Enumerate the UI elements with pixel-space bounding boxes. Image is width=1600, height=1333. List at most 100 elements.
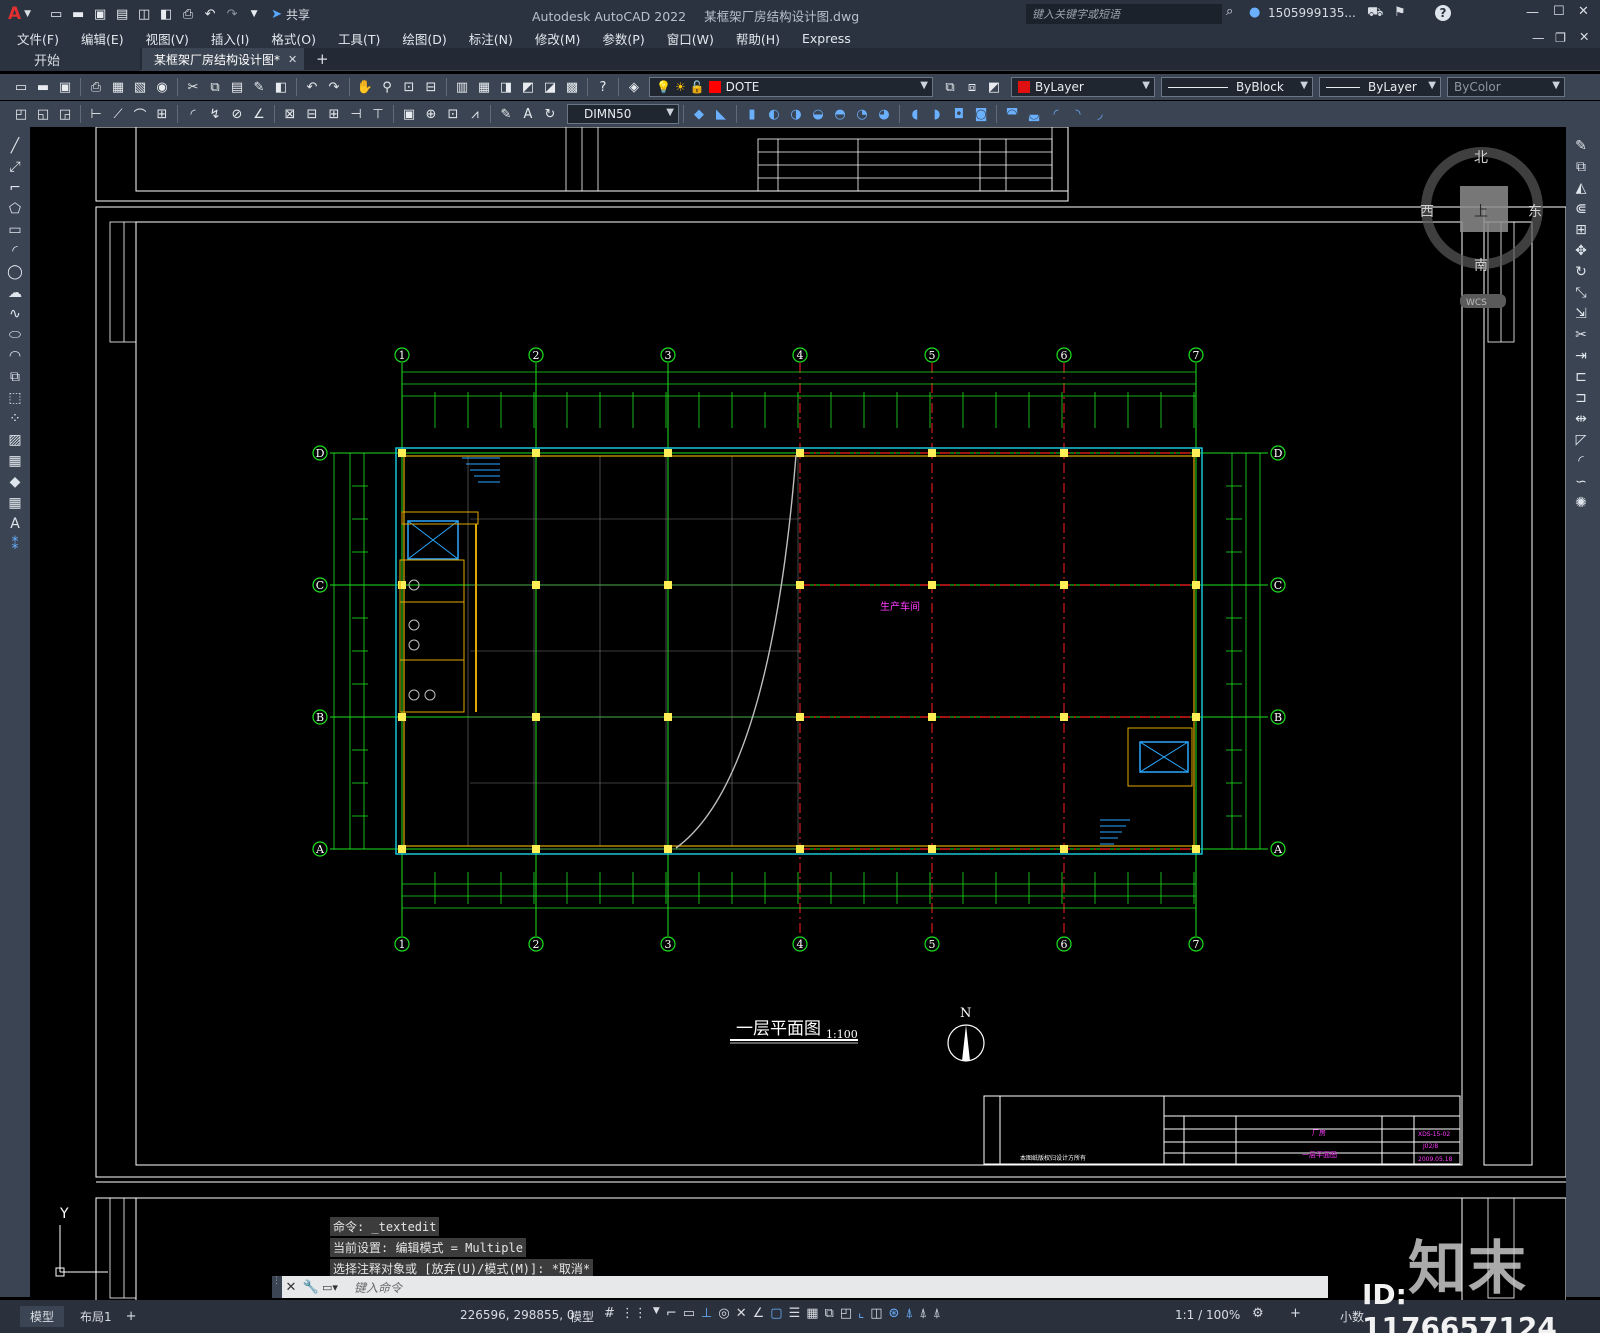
gradient-icon[interactable]: ▦ <box>0 450 30 471</box>
save-icon[interactable]: ▣ <box>89 4 111 24</box>
app-menu-chevron-icon[interactable]: ▼ <box>24 9 31 19</box>
menu-express[interactable]: Express <box>791 31 862 46</box>
color-dropdown[interactable]: ByLayer ▼ <box>1011 77 1155 97</box>
undo-icon[interactable]: ↶ <box>301 77 323 97</box>
tab-drawing[interactable]: 某框架厂房结构设计图* ✕ <box>142 47 304 71</box>
move-icon[interactable]: ✥ <box>1566 240 1596 261</box>
design-center-icon[interactable]: ▦ <box>473 77 495 97</box>
line-icon[interactable]: ╱ <box>0 135 30 156</box>
shell-icon[interactable]: ◛ <box>1023 104 1045 124</box>
customize-quick-access-icon[interactable]: ▼ <box>243 4 265 24</box>
layer-properties-icon[interactable]: ◈ <box>623 77 645 97</box>
region-icon[interactable]: ◆ <box>0 471 30 492</box>
zoom-realtime-icon[interactable]: ⚲ <box>376 77 398 97</box>
minimize-button[interactable]: — <box>1526 5 1539 20</box>
units-value[interactable]: 小数 <box>1340 1308 1364 1325</box>
open-icon[interactable]: ▬ <box>32 77 54 97</box>
viewcube-north[interactable]: 北 <box>1474 150 1488 166</box>
intersect-icon[interactable]: ◕ <box>873 104 895 124</box>
extract-edges-icon[interactable]: ◚ <box>1001 104 1023 124</box>
jogged-icon[interactable]: ↯ <box>204 104 226 124</box>
copy-icon[interactable]: ⧉ <box>204 77 226 97</box>
command-history-icon[interactable]: ▭▾ <box>322 1281 348 1294</box>
pan-icon[interactable]: ✋ <box>354 77 376 97</box>
search-box[interactable]: 键入关键字或短语 <box>1026 4 1222 24</box>
revolve-icon[interactable]: ◐ <box>763 104 785 124</box>
block-editor-icon[interactable]: ◧ <box>270 77 292 97</box>
dim-text-edit-icon[interactable]: A <box>517 104 539 124</box>
doc-close-button[interactable]: ✕ <box>1579 29 1589 44</box>
stretch-icon[interactable]: ⇲ <box>1566 303 1596 324</box>
slice-icon[interactable]: ◖ <box>904 104 926 124</box>
ellipse-icon[interactable]: ⬭ <box>0 324 30 345</box>
menu-file[interactable]: 文件(F) <box>6 29 70 48</box>
grid-icon[interactable]: # <box>604 1306 615 1321</box>
paste-icon[interactable]: ▤ <box>226 77 248 97</box>
quick-dim-icon[interactable]: ⊠ <box>279 104 301 124</box>
command-grip-icon[interactable]: ⋮ <box>272 1276 282 1298</box>
make-block-icon[interactable]: ⬚ <box>0 387 30 408</box>
customize-command-icon[interactable]: 🔧 <box>300 1280 322 1295</box>
polygon-icon[interactable]: ⬠ <box>0 198 30 219</box>
extrude-icon[interactable]: ▮ <box>741 104 763 124</box>
snap-icon[interactable]: ⋮⋮ <box>621 1306 647 1321</box>
construction-line-icon[interactable]: ⤢ <box>0 156 30 177</box>
plot-icon[interactable]: ⎙ <box>177 4 199 24</box>
sheet-set-icon[interactable]: ◩ <box>517 77 539 97</box>
menu-help[interactable]: 帮助(H) <box>725 29 791 48</box>
maximize-button[interactable]: ☐ <box>1553 4 1565 19</box>
cut-icon[interactable]: ✂ <box>182 77 204 97</box>
menu-parameters[interactable]: 参数(P) <box>591 29 655 48</box>
inspection-icon[interactable]: ⊡ <box>442 104 464 124</box>
redo-icon[interactable]: ↷ <box>221 4 243 24</box>
erase-icon[interactable]: ✎ <box>1566 135 1596 156</box>
match-prop-icon[interactable]: ✎ <box>248 77 270 97</box>
ellipse-arc-icon[interactable]: ◠ <box>0 345 30 366</box>
viewcube-east[interactable]: 东 <box>1528 204 1542 220</box>
object-snap-tracking-icon[interactable]: ∠ <box>753 1306 765 1321</box>
snap-dropdown-icon[interactable]: ▼ <box>653 1306 660 1321</box>
save-as-icon[interactable]: ▤ <box>111 4 133 24</box>
layer-state-icon[interactable]: ◩ <box>983 77 1005 97</box>
plot-icon[interactable]: ⎙ <box>85 77 107 97</box>
save-icon[interactable]: ▣ <box>54 77 76 97</box>
menu-insert[interactable]: 插入(I) <box>200 29 260 48</box>
dynamic-ucs-icon[interactable]: ⌞ <box>858 1306 864 1321</box>
user-icon[interactable]: ● <box>1249 5 1260 20</box>
selection-filter-icon[interactable]: ◫ <box>870 1306 882 1321</box>
new-tab-button[interactable]: + <box>316 50 329 68</box>
tolerance-icon[interactable]: ▣ <box>398 104 420 124</box>
layout-tab-model[interactable]: 模型 <box>20 1306 65 1327</box>
properties-icon[interactable]: ▥ <box>451 77 473 97</box>
trim-icon[interactable]: ✂ <box>1566 324 1596 345</box>
3d-osnap-icon[interactable]: ◰ <box>840 1306 852 1321</box>
open-file-icon[interactable]: ▬ <box>67 4 89 24</box>
markup-icon[interactable]: ◪ <box>539 77 561 97</box>
share-icon[interactable]: ➤ <box>271 7 282 22</box>
user-name[interactable]: 1505999135... <box>1268 6 1356 20</box>
linear-dim-icon[interactable]: ⊢ <box>85 104 107 124</box>
space-icon[interactable]: ⊣ <box>345 104 367 124</box>
offset-edge-icon[interactable]: ◞ <box>1089 104 1111 124</box>
new-file-icon[interactable]: ▭ <box>45 4 67 24</box>
annotation-scale-icon[interactable]: ⍋ <box>933 1306 941 1321</box>
rectangle-icon[interactable]: ▭ <box>0 219 30 240</box>
viewcube-west[interactable]: 西 <box>1420 204 1434 220</box>
close-button[interactable]: ✕ <box>1578 4 1589 19</box>
rotate-icon[interactable]: ↻ <box>1566 261 1596 282</box>
drawing-canvas[interactable]: 1 1 2 2 3 3 4 4 5 5 6 6 7 7 D D C C B B A A 生产车间 一层平面图 1:100 <box>30 127 1566 1300</box>
baseline-icon[interactable]: ⊟ <box>301 104 323 124</box>
box-icon[interactable]: ◆ <box>688 104 710 124</box>
mtext-icon[interactable]: A <box>0 513 30 534</box>
arc-length-icon[interactable]: ⌒ <box>129 104 151 124</box>
polyline-icon[interactable]: ⌐ <box>0 177 30 198</box>
plotstyle-dropdown[interactable]: ByColor ▼ <box>1447 77 1565 97</box>
hatch-order-icon[interactable]: ◲ <box>54 104 76 124</box>
break-point-icon[interactable]: ⊏ <box>1566 366 1596 387</box>
lineweight-dropdown[interactable]: ByLayer ▼ <box>1319 77 1441 97</box>
copy-icon[interactable]: ⧉ <box>1566 156 1596 177</box>
model-space-button[interactable]: 模型 <box>570 1308 594 1325</box>
cart-icon[interactable]: ⛟ <box>1367 5 1383 22</box>
qnew-icon[interactable]: ▭ <box>10 77 32 97</box>
mirror-icon[interactable]: ◭ <box>1566 177 1596 198</box>
